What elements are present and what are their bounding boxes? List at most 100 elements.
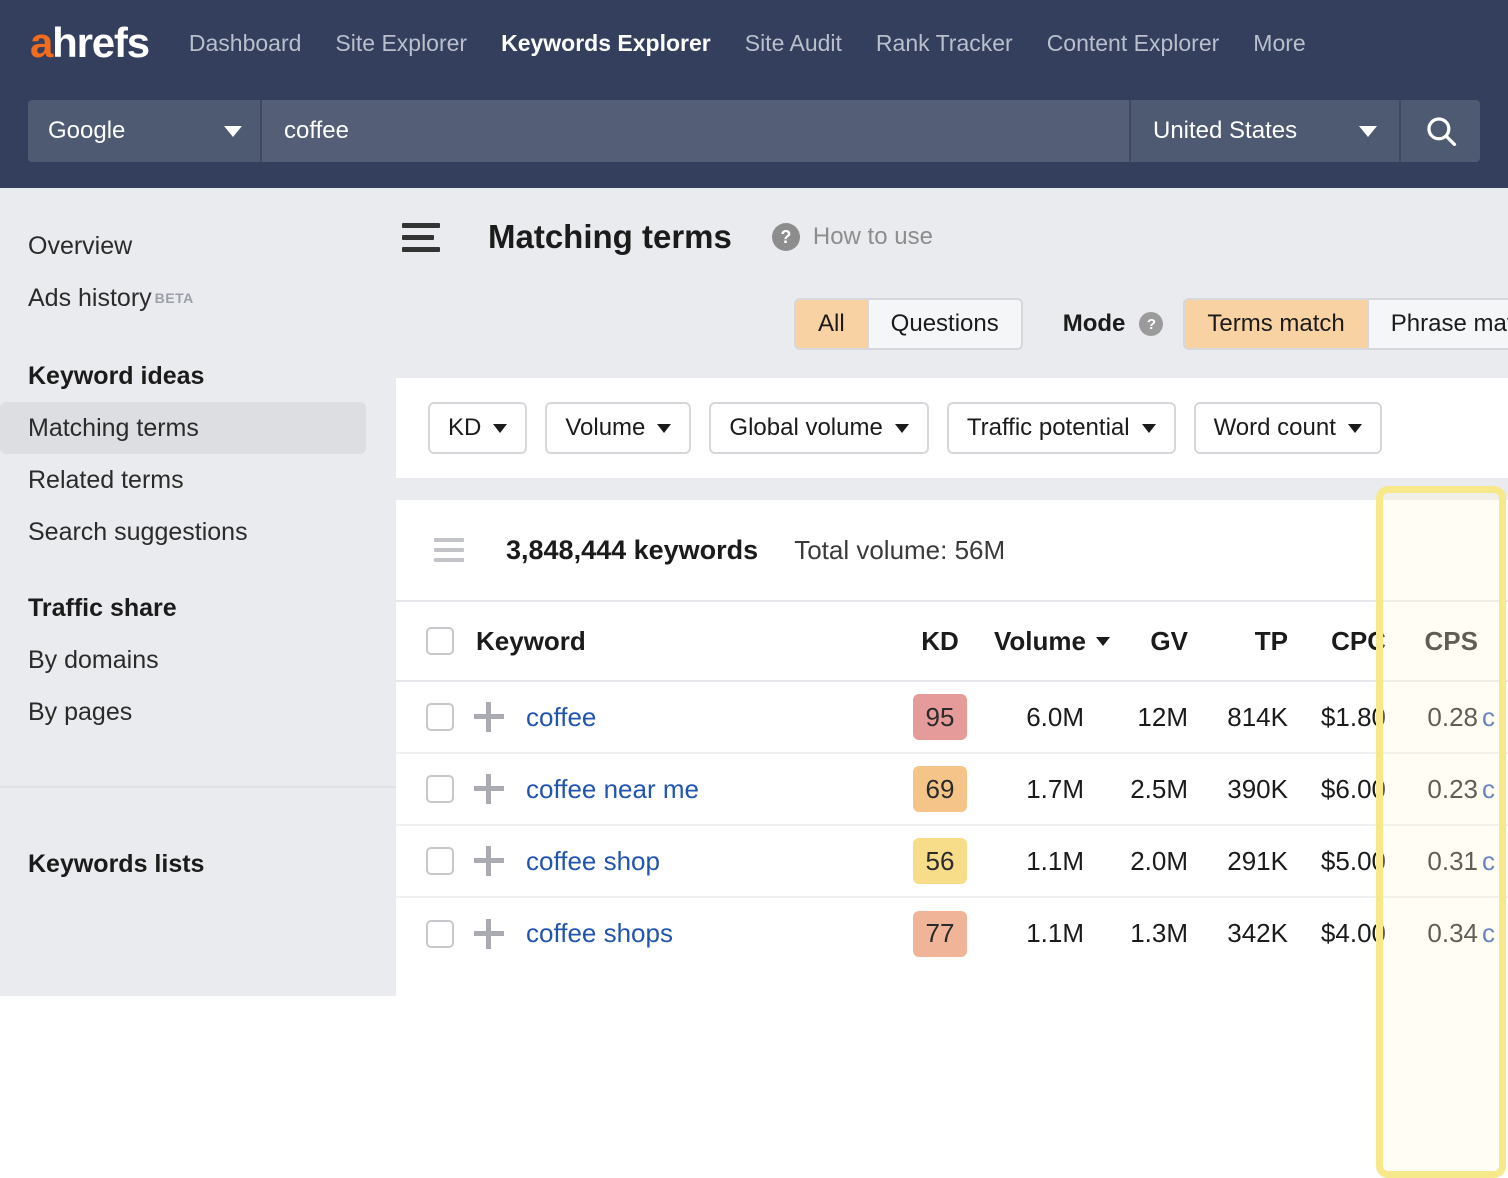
chevron-down-icon [1142,424,1156,433]
sidebar-item-matching-terms[interactable]: Matching terms [0,402,366,454]
keywords-table: Keyword KD Volume GV TP CPC CPS [396,600,1508,969]
sidebar-section-keywords-lists[interactable]: Keywords lists [0,838,396,890]
results-panel: 3,848,444 keywords Total volume: 56M Key… [396,500,1508,996]
sidebar-item-ads-history[interactable]: Ads historyBETA [0,272,396,324]
column-header-next-partial[interactable] [1482,601,1508,681]
sidebar-section-label: Traffic share [28,594,177,623]
sidebar-section-label: Keywords lists [28,850,204,879]
nav-item-site-explorer[interactable]: Site Explorer [335,30,467,57]
row-checkbox[interactable] [426,703,454,731]
column-header-gv[interactable]: GV [1102,601,1192,681]
nav-item-rank-tracker[interactable]: Rank Tracker [876,30,1013,57]
table-row[interactable]: coffee near me 69 1.7M 2.5M 390K $6.00 0… [396,753,1508,825]
add-keyword-icon[interactable] [474,846,504,876]
table-header: Keyword KD Volume GV TP CPC CPS [396,601,1508,681]
keyword-link[interactable]: coffee shop [526,846,660,877]
nav-item-site-audit[interactable]: Site Audit [745,30,842,57]
mode-phrase-match[interactable]: Phrase match [1367,300,1508,348]
sidebar-item-label: By pages [28,698,132,727]
top-navigation-bar: ahrefs Dashboard Site Explorer Keywords … [0,0,1508,188]
column-header-cpc[interactable]: CPC [1292,601,1390,681]
table-row[interactable]: coffee 95 6.0M 12M 814K $1.80 0.28 c [396,681,1508,753]
mode-terms-match[interactable]: Terms match [1185,300,1366,348]
question-mark-icon[interactable]: ? [1139,312,1163,336]
add-keyword-icon[interactable] [474,702,504,732]
filter-label: Traffic potential [967,414,1130,442]
keyword-link[interactable]: coffee shops [526,918,673,949]
search-input[interactable]: coffee [260,100,1129,162]
cell-next-partial[interactable]: c [1482,774,1495,804]
row-checkbox[interactable] [426,775,454,803]
keyword-count: 3,848,444 keywords [506,535,758,566]
sidebar-item-label: Search suggestions [28,518,248,547]
nav-item-content-explorer[interactable]: Content Explorer [1047,30,1220,57]
cell-cps: 0.28 [1390,681,1482,753]
keyword-link[interactable]: coffee [526,702,596,733]
search-input-value: coffee [284,117,349,145]
filter-global-volume[interactable]: Global volume [709,402,928,454]
list-options-icon[interactable] [434,538,464,562]
column-header-tp[interactable]: TP [1192,601,1292,681]
search-engine-select[interactable]: Google [28,100,260,162]
cell-next-partial[interactable]: c [1482,846,1495,876]
type-filter-toggle: All Questions [794,298,1023,350]
cell-cpc: $1.80 [1292,681,1390,753]
cell-cpc: $5.00 [1292,825,1390,897]
cell-cps: 0.34 [1390,897,1482,969]
cell-tp: 814K [1192,681,1292,753]
filter-traffic-potential[interactable]: Traffic potential [947,402,1176,454]
type-filter-questions[interactable]: Questions [867,300,1021,348]
chevron-down-icon [895,424,909,433]
nav-item-more[interactable]: More [1253,30,1305,57]
column-header-label: Volume [994,626,1086,657]
filter-label: Volume [565,414,645,442]
kd-badge: 95 [913,694,967,740]
sidebar-item-related-terms[interactable]: Related terms [0,454,396,506]
search-button[interactable] [1399,100,1480,162]
how-to-use-link[interactable]: ? How to use [772,223,933,251]
mode-controls-row: All Questions Mode ? Terms match Phrase … [794,298,1508,350]
table-row[interactable]: coffee shop 56 1.1M 2.0M 291K $5.00 0.31… [396,825,1508,897]
mode-toggle: Terms match Phrase match [1183,298,1508,350]
results-summary-row: 3,848,444 keywords Total volume: 56M [396,500,1508,600]
sidebar-item-by-pages[interactable]: By pages [0,686,396,738]
ahrefs-logo[interactable]: ahrefs [30,22,149,64]
cell-next-partial[interactable]: c [1482,918,1495,948]
sidebar-item-label: Ads history [28,284,152,313]
kd-badge: 77 [913,911,967,957]
row-checkbox[interactable] [426,920,454,948]
row-checkbox[interactable] [426,847,454,875]
cell-next-partial[interactable]: c [1482,702,1495,732]
sidebar-item-overview[interactable]: Overview [0,220,396,272]
keyword-link[interactable]: coffee near me [526,774,699,805]
menu-icon[interactable] [402,223,440,252]
select-all-checkbox[interactable] [426,627,454,655]
cell-tp: 342K [1192,897,1292,969]
filter-bar: KD Volume Global volume Traffic potentia… [396,378,1508,478]
country-select[interactable]: United States [1129,100,1399,162]
sidebar-item-by-domains[interactable]: By domains [0,634,396,686]
type-filter-all[interactable]: All [796,300,867,348]
add-keyword-icon[interactable] [474,774,504,804]
column-header-volume[interactable]: Volume [980,601,1102,681]
chevron-down-icon [1348,424,1362,433]
table-row[interactable]: coffee shops 77 1.1M 1.3M 342K $4.00 0.3… [396,897,1508,969]
logo-text: hrefs [52,19,149,66]
column-header-keyword[interactable]: Keyword [396,601,900,681]
add-keyword-icon[interactable] [474,919,504,949]
sidebar-section-keyword-ideas: Keyword ideas [0,350,396,402]
cell-gv: 1.3M [1102,897,1192,969]
filter-kd[interactable]: KD [428,402,527,454]
nav-item-keywords-explorer[interactable]: Keywords Explorer [501,30,711,57]
filter-volume[interactable]: Volume [545,402,691,454]
cell-cpc: $4.00 [1292,897,1390,969]
sidebar-item-search-suggestions[interactable]: Search suggestions [0,506,396,558]
cell-tp: 291K [1192,825,1292,897]
cell-volume: 1.1M [980,825,1102,897]
column-header-kd[interactable]: KD [900,601,980,681]
nav-item-dashboard[interactable]: Dashboard [189,30,302,57]
column-header-cps[interactable]: CPS [1390,601,1482,681]
cell-volume: 6.0M [980,681,1102,753]
total-volume: Total volume: 56M [794,535,1005,566]
filter-word-count[interactable]: Word count [1194,402,1382,454]
